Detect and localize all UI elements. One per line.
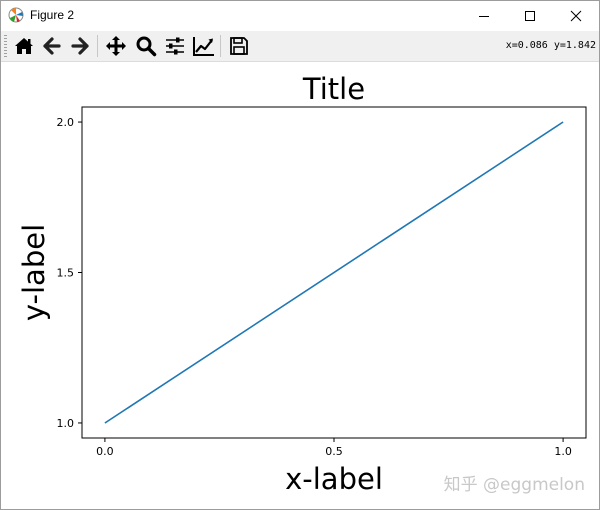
pan-icon [106,36,126,56]
x-tick-label: 0.0 [96,445,114,458]
title-bar: Figure 2 [1,1,599,31]
x-tick-label: 0.5 [325,445,343,458]
subplots-icon [166,37,184,55]
cursor-coordinates: x=0.086 y=1.842 [505,40,596,51]
close-icon [570,10,582,22]
series-line [104,121,564,424]
home-icon [15,38,33,54]
y-tick-label: 1.5 [57,267,75,280]
minimize-button[interactable] [461,1,507,31]
zoom-button[interactable] [133,34,159,58]
edit-axis-button[interactable] [191,34,217,58]
y-tick-label: 2.0 [57,116,75,129]
figure-window: Figure 2 x=0.086 y=1.842 Title 0.0 0.5 1… [0,0,600,510]
save-button[interactable] [226,34,252,58]
figure-canvas[interactable]: Title 0.0 0.5 1.0 1.0 1.5 2.0 x-label y-labe… [1,62,599,509]
x-axis: 0.0 0.5 1.0 [96,438,572,458]
home-button[interactable] [11,34,37,58]
toolbar-separator [97,35,98,57]
line-chart: Title 0.0 0.5 1.0 1.0 1.5 2.0 x-label y-labe… [17,72,587,496]
toolbar-grip[interactable] [4,35,7,57]
maximize-icon [525,11,535,21]
y-axis-label: y-label [17,224,51,321]
y-tick-label: 1.0 [57,417,75,430]
pan-button[interactable] [103,34,129,58]
x-axis-label: x-label [285,462,383,496]
window-title: Figure 2 [30,8,75,22]
maximize-button[interactable] [507,1,553,31]
toolbar-separator [220,35,221,57]
forward-button[interactable] [67,34,93,58]
back-icon [43,37,61,55]
back-button[interactable] [39,34,65,58]
close-button[interactable] [553,1,599,31]
chart-title: Title [302,72,365,106]
matplotlib-app-icon [8,7,24,23]
minimize-icon [479,16,489,17]
watermark: 知乎 @eggmelon [443,475,585,495]
zoom-icon [136,36,157,57]
forward-icon [71,37,89,55]
edit-axis-icon [193,37,214,56]
save-icon [230,37,248,55]
y-axis: 1.0 1.5 2.0 [57,116,82,430]
x-tick-label: 1.0 [554,445,572,458]
subplots-button[interactable] [162,34,188,58]
navigation-toolbar: x=0.086 y=1.842 [1,31,599,62]
series-layer [104,121,564,424]
